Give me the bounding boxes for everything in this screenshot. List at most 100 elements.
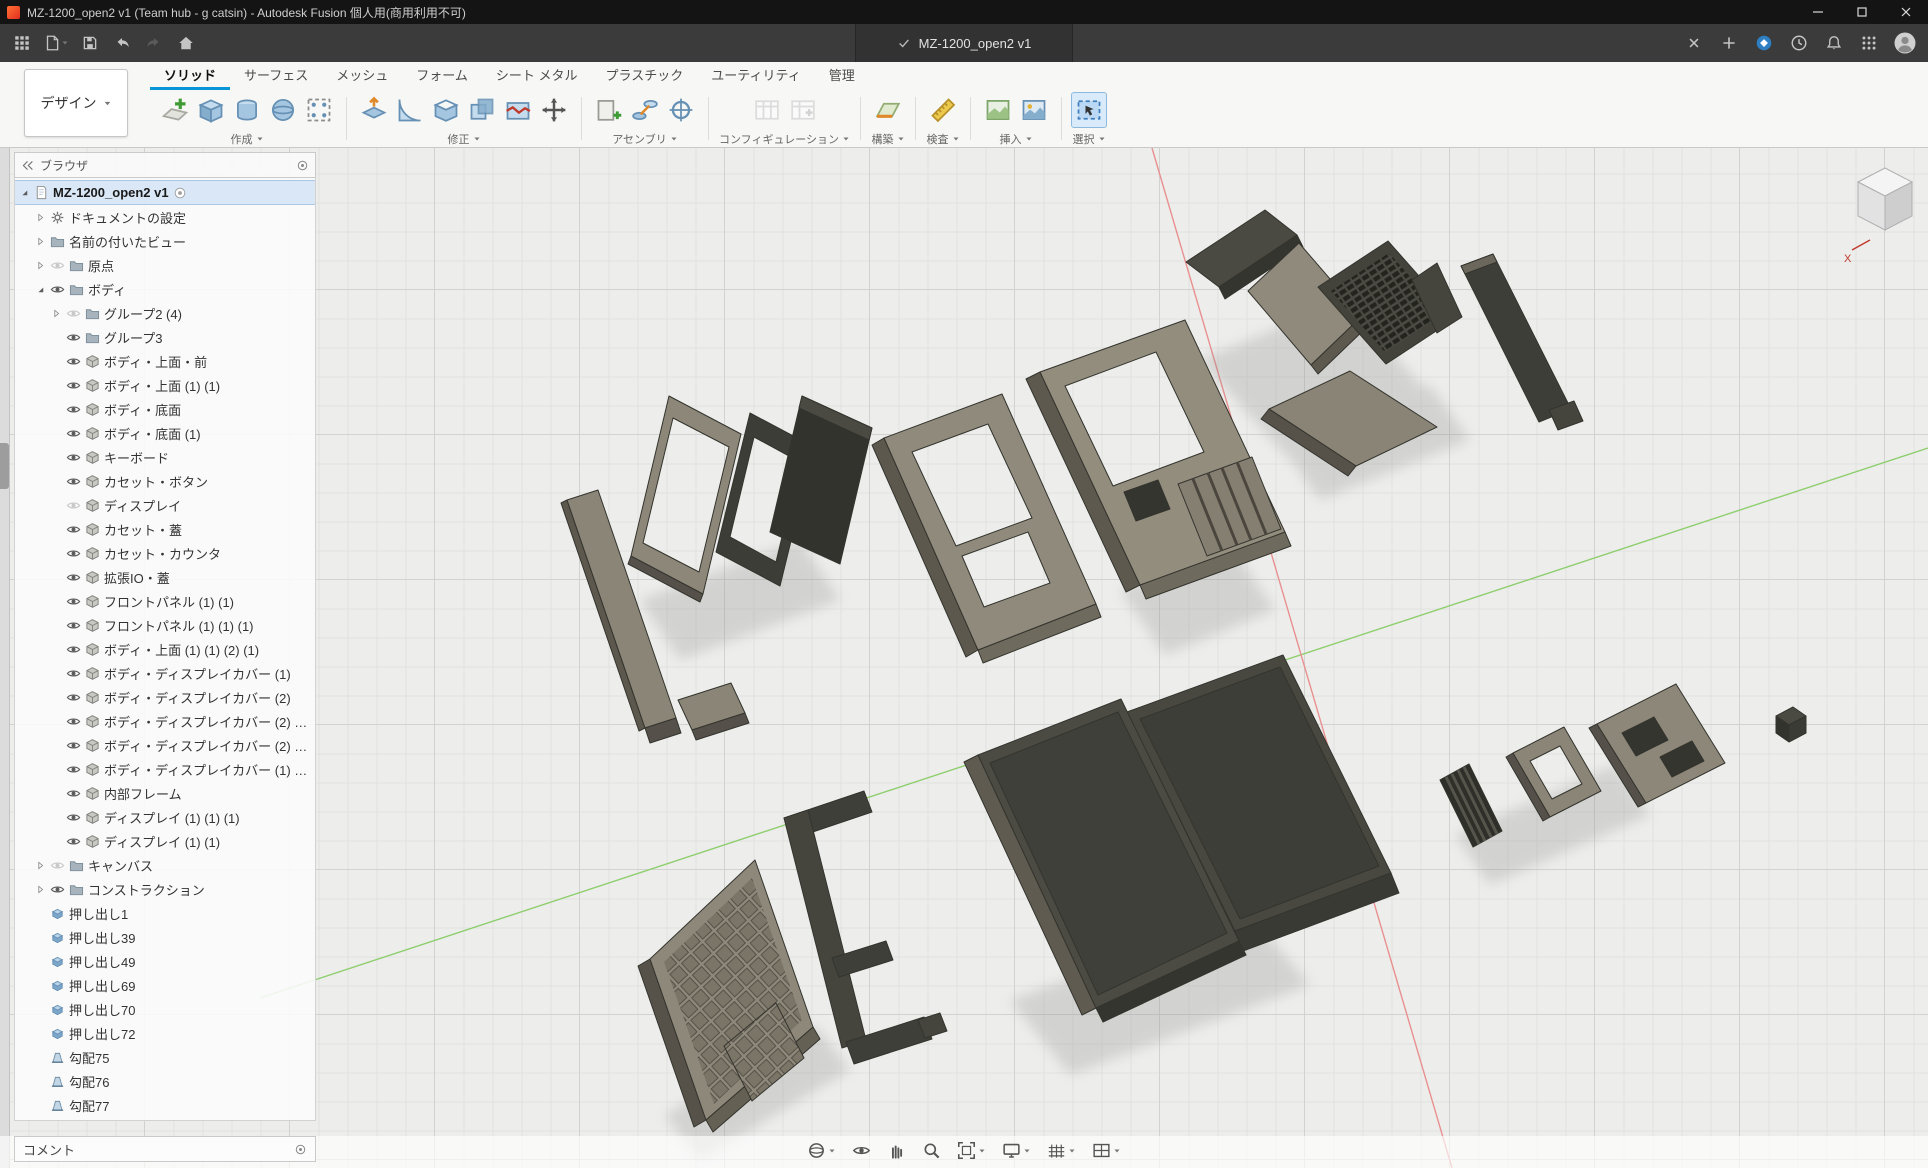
- tree-item[interactable]: 名前の付いたビュー: [15, 229, 315, 253]
- visibility-eye-icon[interactable]: [66, 834, 81, 849]
- shell-button[interactable]: [429, 93, 463, 127]
- combine-button[interactable]: [465, 93, 499, 127]
- group-menu-8[interactable]: 選択: [1073, 131, 1106, 147]
- tree-item[interactable]: 勾配76: [15, 1069, 315, 1093]
- tree-item[interactable]: 内部フレーム: [15, 781, 315, 805]
- tree-item[interactable]: 押し出し39: [15, 925, 315, 949]
- panel-options-icon[interactable]: [296, 159, 309, 172]
- home-button[interactable]: [172, 28, 200, 58]
- close-tab-button[interactable]: [1680, 28, 1708, 58]
- expand-arrow-icon[interactable]: [35, 212, 46, 223]
- avatar[interactable]: [1890, 28, 1920, 58]
- activate-radio-icon[interactable]: [173, 186, 187, 200]
- visibility-eye-icon[interactable]: [66, 642, 81, 657]
- comments-bar[interactable]: コメント: [14, 1136, 316, 1162]
- visibility-eye-icon[interactable]: [66, 762, 81, 777]
- save-button[interactable]: [76, 28, 104, 58]
- construction-plane-button[interactable]: [871, 93, 905, 127]
- joint-button[interactable]: [628, 93, 662, 127]
- expand-arrow-icon[interactable]: [51, 308, 62, 319]
- tree-item[interactable]: ボディ・上面 (1) (1): [15, 373, 315, 397]
- zoom-button[interactable]: [919, 1138, 944, 1163]
- visibility-eye-icon[interactable]: [66, 810, 81, 825]
- group-menu-4[interactable]: コンフィギュレーション: [719, 131, 850, 147]
- fillet-button[interactable]: [393, 93, 427, 127]
- group-menu-3[interactable]: アセンブリ: [612, 131, 677, 147]
- group-menu-7[interactable]: 挿入: [1000, 131, 1033, 147]
- tree-item[interactable]: ボディ・ディスプレイカバー (1) (1): [15, 757, 315, 781]
- ribbon-tab-1[interactable]: ソリッド: [150, 62, 230, 90]
- tree-item[interactable]: ボディ・上面・前: [15, 349, 315, 373]
- ribbon-tab-2[interactable]: サーフェス: [230, 62, 322, 90]
- apps-button[interactable]: [1855, 28, 1883, 58]
- visibility-eye-icon[interactable]: [66, 354, 81, 369]
- tree-item[interactable]: グループ3: [15, 325, 315, 349]
- extension-button[interactable]: [1750, 28, 1778, 58]
- expand-arrow-icon[interactable]: [35, 860, 46, 871]
- visibility-eye-icon[interactable]: [66, 618, 81, 633]
- orbit-button[interactable]: [804, 1138, 839, 1163]
- visibility-eye-icon[interactable]: [66, 426, 81, 441]
- expand-arrow-icon[interactable]: [35, 884, 46, 895]
- tree-item[interactable]: ディスプレイ (1) (1): [15, 829, 315, 853]
- tree-item[interactable]: 押し出し1: [15, 901, 315, 925]
- tree-item[interactable]: ディスプレイ (1) (1) (1): [15, 805, 315, 829]
- tree-item[interactable]: 勾配77: [15, 1093, 315, 1117]
- data-panel-collapsed-strip[interactable]: [0, 148, 10, 1168]
- apps-grid-button[interactable]: [8, 28, 36, 58]
- visibility-eye-icon[interactable]: [50, 258, 65, 273]
- tree-item[interactable]: ボディ・ディスプレイカバー (2) (1) (1): [15, 733, 315, 757]
- workspace-selector[interactable]: デザイン: [24, 69, 128, 137]
- press-pull-button[interactable]: [357, 93, 391, 127]
- ribbon-tab-8[interactable]: 管理: [815, 62, 869, 90]
- visibility-eye-icon[interactable]: [66, 570, 81, 585]
- ribbon-tab-6[interactable]: プラスチック: [592, 62, 698, 90]
- primitive-box-button[interactable]: [194, 93, 228, 127]
- primitive-sphere-button[interactable]: [266, 93, 300, 127]
- ribbon-tab-3[interactable]: メッシュ: [322, 62, 402, 90]
- undo-button[interactable]: [108, 28, 136, 58]
- maximize-button[interactable]: [1840, 0, 1884, 24]
- tree-item[interactable]: ボディ: [15, 277, 315, 301]
- view-cube[interactable]: X: [1836, 158, 1928, 270]
- tree-item[interactable]: ボディ・上面 (1) (1) (2) (1): [15, 637, 315, 661]
- tree-item[interactable]: ボディ・底面 (1): [15, 421, 315, 445]
- tree-item[interactable]: 原点: [15, 253, 315, 277]
- browser-root-item[interactable]: MZ-1200_open2 v1: [15, 180, 315, 205]
- ribbon-tab-4[interactable]: フォーム: [402, 62, 482, 90]
- ribbon-tab-5[interactable]: シート メタル: [482, 62, 592, 90]
- comments-options-icon[interactable]: [294, 1143, 307, 1156]
- minimize-button[interactable]: [1796, 0, 1840, 24]
- measure-button[interactable]: [926, 93, 960, 127]
- tree-item[interactable]: ディスプレイ: [15, 493, 315, 517]
- tree-item[interactable]: キャンバス: [15, 853, 315, 877]
- visibility-eye-icon[interactable]: [66, 594, 81, 609]
- tree-item[interactable]: ボディ・ディスプレイカバー (1): [15, 661, 315, 685]
- file-menu-button[interactable]: [40, 28, 72, 58]
- tree-item[interactable]: カセット・蓋: [15, 517, 315, 541]
- config-insert-button[interactable]: [786, 93, 820, 127]
- rect-pattern-button[interactable]: [302, 93, 336, 127]
- tree-item[interactable]: ボディ・ディスプレイカバー (2): [15, 685, 315, 709]
- visibility-eye-icon[interactable]: [66, 690, 81, 705]
- document-tab[interactable]: MZ-1200_open2 v1: [855, 24, 1073, 62]
- pan-button[interactable]: [884, 1138, 909, 1163]
- tree-item[interactable]: ドキュメントの設定: [15, 205, 315, 229]
- new-component-button[interactable]: [592, 93, 626, 127]
- viewports-button[interactable]: [1089, 1138, 1124, 1163]
- visibility-eye-icon[interactable]: [66, 498, 81, 513]
- redo-button[interactable]: [140, 28, 168, 58]
- visibility-eye-icon[interactable]: [66, 450, 81, 465]
- new-tab-button[interactable]: [1715, 28, 1743, 58]
- collapse-panel-icon[interactable]: [21, 159, 34, 172]
- grid-display-button[interactable]: [1044, 1138, 1079, 1163]
- visibility-eye-icon[interactable]: [66, 330, 81, 345]
- create-sketch-button[interactable]: [158, 93, 192, 127]
- tree-item[interactable]: カセット・ボタン: [15, 469, 315, 493]
- tree-item[interactable]: 押し出し72: [15, 1021, 315, 1045]
- tree-item[interactable]: 拡張IO・蓋: [15, 565, 315, 589]
- tree-item[interactable]: 勾配75: [15, 1045, 315, 1069]
- visibility-eye-icon[interactable]: [66, 738, 81, 753]
- joint-origin-button[interactable]: [664, 93, 698, 127]
- tree-item[interactable]: 押し出し49: [15, 949, 315, 973]
